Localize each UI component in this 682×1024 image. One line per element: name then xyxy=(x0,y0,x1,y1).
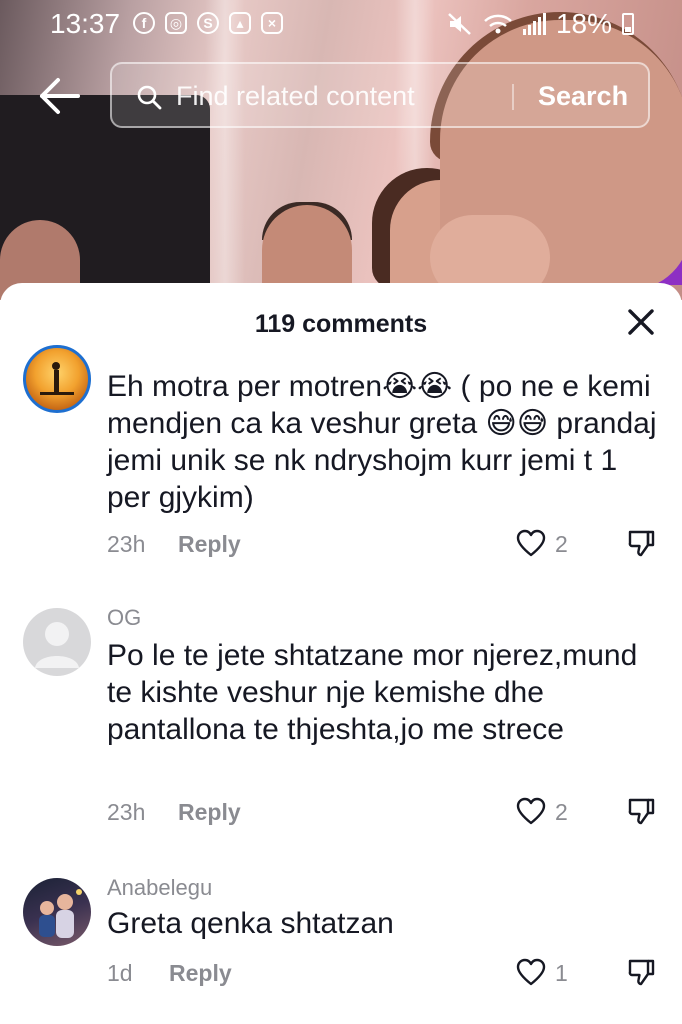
reply-button[interactable]: Reply xyxy=(178,531,241,558)
heart-icon[interactable] xyxy=(515,796,547,826)
search-icon xyxy=(137,85,162,110)
heart-icon[interactable] xyxy=(515,528,547,558)
comments-sheet: 119 comments Eh motra per motren😭😭 ( po … xyxy=(0,283,682,1024)
default-avatar-icon xyxy=(35,622,79,668)
shazam-icon: S xyxy=(197,12,219,34)
back-arrow-icon[interactable] xyxy=(38,76,82,116)
comment-time: 23h xyxy=(107,799,146,825)
mute-icon xyxy=(448,13,471,35)
comment-time: 1d xyxy=(107,960,133,986)
avatar[interactable] xyxy=(23,345,91,413)
reply-button[interactable]: Reply xyxy=(178,799,241,826)
comment-username[interactable]: Anabelegu xyxy=(107,875,212,901)
notification-icons: f ◎ S ▴ × xyxy=(133,12,283,34)
dislike-icon[interactable] xyxy=(626,957,656,987)
dislike-icon[interactable] xyxy=(626,528,656,558)
search-input[interactable]: Find related content xyxy=(176,81,415,112)
status-bar: 13:37 f ◎ S ▴ × 18% xyxy=(0,0,682,48)
avatar[interactable] xyxy=(23,608,91,676)
facebook-icon: f xyxy=(133,12,155,34)
comment-username[interactable]: OG xyxy=(107,605,141,631)
search-divider xyxy=(512,84,514,110)
close-icon[interactable] xyxy=(624,305,658,339)
reply-button[interactable]: Reply xyxy=(169,960,232,987)
signal-icon xyxy=(522,13,546,35)
battery-icon xyxy=(622,13,634,35)
close-box-icon: × xyxy=(261,12,283,34)
like-count: 2 xyxy=(555,799,568,825)
system-status: 18% xyxy=(447,8,634,40)
comment-time: 23h xyxy=(107,531,146,557)
like-count: 1 xyxy=(555,960,568,986)
avatar-silhouette-icon xyxy=(40,362,74,395)
comments-count-title: 119 comments xyxy=(254,310,428,338)
search-bar[interactable]: Find related content Search xyxy=(110,62,650,128)
avatar[interactable] xyxy=(23,878,91,946)
search-button[interactable]: Search xyxy=(538,81,628,112)
status-time: 13:37 xyxy=(50,8,121,39)
wifi-icon xyxy=(484,14,512,34)
heart-icon[interactable] xyxy=(515,957,547,987)
dislike-icon[interactable] xyxy=(626,796,656,826)
instagram-icon: ◎ xyxy=(165,12,187,34)
like-count: 2 xyxy=(555,531,568,557)
user-photo-avatar xyxy=(39,889,82,938)
comment-text: Po le te jete shtatzane mor njerez,mund … xyxy=(107,639,638,746)
gallery-icon: ▴ xyxy=(229,12,251,34)
battery-percentage: 18% xyxy=(555,8,612,39)
comment-text: Eh motra per motren😭😭 ( po ne e kemi men… xyxy=(107,370,657,514)
comment-text: Greta qenka shtatzan xyxy=(107,907,394,940)
